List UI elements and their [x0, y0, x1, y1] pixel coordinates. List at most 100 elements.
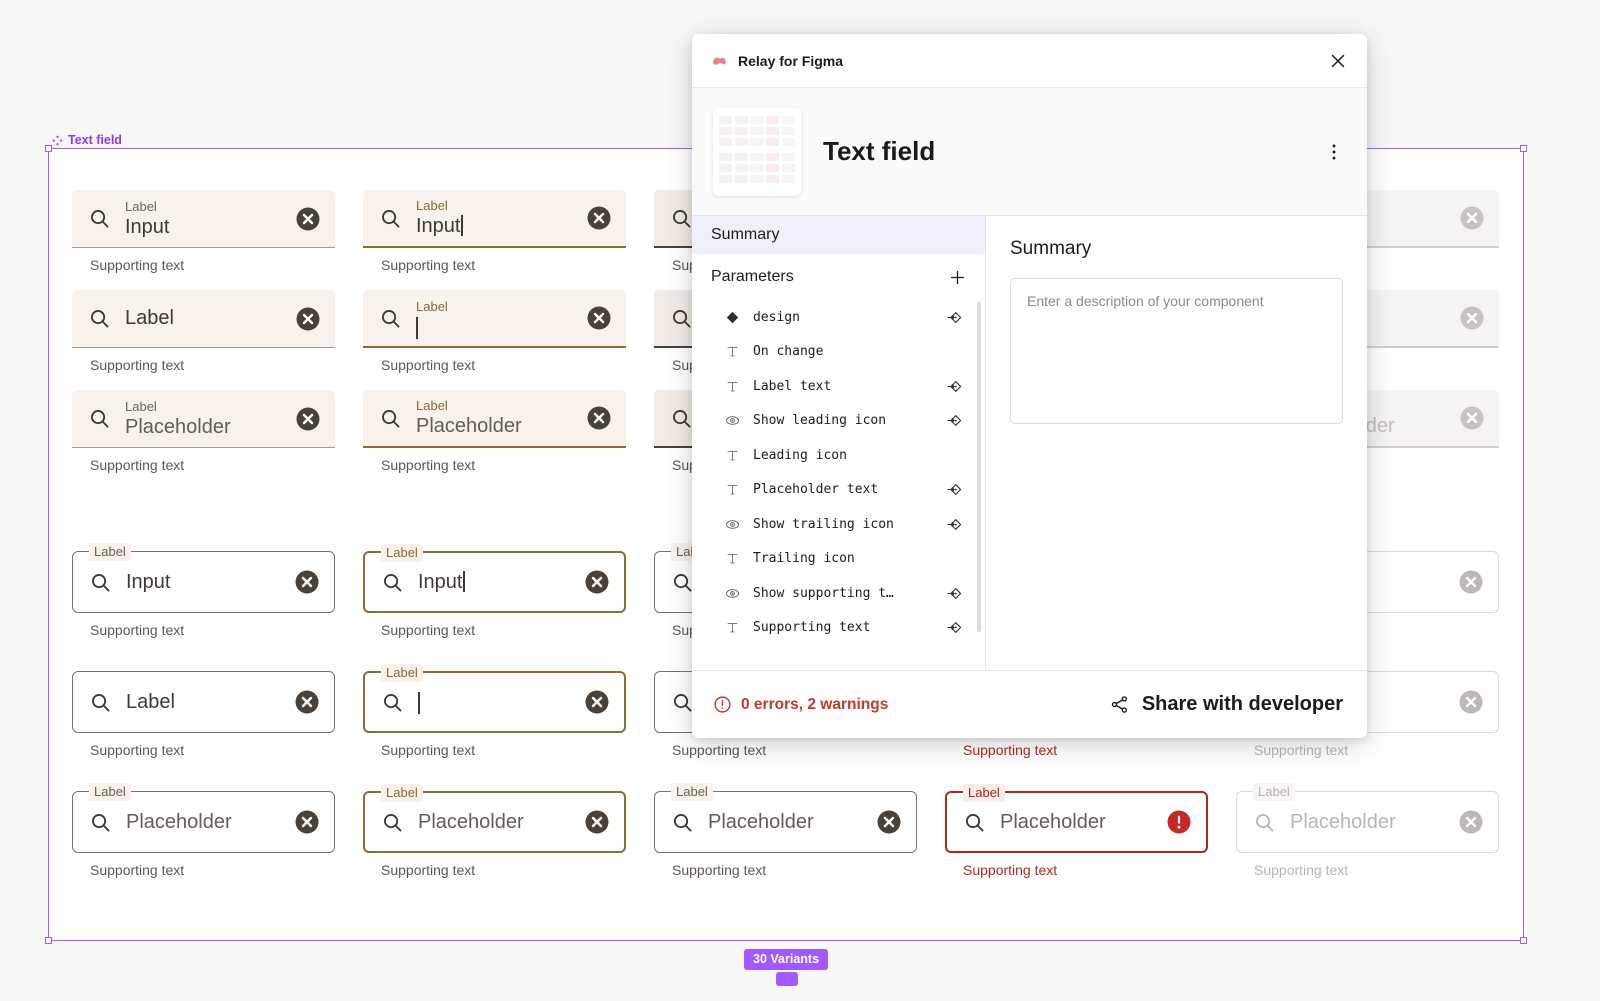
relay-plugin-dialog[interactable]: Relay for Figma Text field Summary Param…: [692, 34, 1367, 738]
clear-icon[interactable]: [584, 689, 610, 715]
text-field-outlined-placeholder[interactable]: Label Placeholder: [72, 783, 335, 853]
text-field-outlined-hovered-placeholder[interactable]: Label Placeholder: [654, 783, 917, 853]
parameter-row[interactable]: Supporting text: [692, 611, 981, 646]
text-field-cell[interactable]: Label Placeholder Supporting text: [945, 784, 1208, 880]
text-field-outlined-enabled[interactable]: Label Input: [72, 543, 335, 613]
search-icon: [382, 409, 400, 427]
text-field-outlined-disabled-placeholder: Label Placeholder: [1236, 783, 1499, 853]
text-field-filled-placeholder[interactable]: Label Placeholder: [72, 390, 335, 448]
parameter-bound-icon[interactable]: [946, 585, 963, 602]
parameter-bound-icon[interactable]: [946, 516, 963, 533]
search-icon: [673, 409, 691, 427]
frame-label[interactable]: Text field: [52, 133, 122, 147]
text-field-outlined-label[interactable]: Label: [72, 671, 335, 733]
parameter-bound-icon[interactable]: [946, 619, 963, 636]
plus-icon[interactable]: [948, 268, 967, 287]
clear-icon[interactable]: [586, 305, 612, 331]
text-field-cell[interactable]: Label Placeholder Supporting text: [654, 783, 917, 880]
clear-icon[interactable]: [294, 689, 320, 715]
clear-icon[interactable]: [586, 205, 612, 231]
parameter-row[interactable]: Show leading icon: [692, 404, 981, 439]
share-with-developer-button[interactable]: Share with developer: [1109, 693, 1343, 716]
clear-icon[interactable]: [295, 306, 321, 332]
text-field-cell[interactable]: Label Placeholder Supporting text: [72, 390, 335, 475]
parameters-scrollbar[interactable]: [977, 302, 981, 632]
parameter-bound-icon[interactable]: [946, 309, 963, 326]
parameter-row[interactable]: Label text: [692, 369, 981, 404]
parameter-row[interactable]: Leading icon: [692, 438, 981, 473]
field-value[interactable]: Input: [126, 570, 280, 595]
field-label: Label: [1253, 783, 1295, 801]
variants-tab-handle[interactable]: [776, 972, 798, 986]
parameter-bound-icon[interactable]: [946, 412, 963, 429]
search-icon: [674, 813, 692, 831]
field-placeholder[interactable]: Placeholder: [708, 810, 862, 835]
text-field-cell[interactable]: Label Input Supporting text: [363, 190, 626, 275]
parameter-row[interactable]: Show trailing icon: [692, 507, 981, 542]
text-field-outlined-focused-empty[interactable]: Label: [363, 664, 626, 733]
text-field-cell[interactable]: Label Placeholder Supporting text: [1236, 783, 1499, 880]
field-value[interactable]: Label: [125, 306, 281, 331]
parameter-bound-icon[interactable]: [946, 481, 963, 498]
close-icon[interactable]: [1327, 50, 1349, 72]
search-icon: [92, 693, 110, 711]
field-value[interactable]: Input: [416, 214, 572, 239]
clear-icon[interactable]: [295, 206, 321, 232]
text-field-outlined-error-placeholder[interactable]: Label Placeholder: [945, 784, 1208, 853]
resize-handle-top-right[interactable]: [1520, 145, 1527, 152]
text-field-cell[interactable]: Label Supporting text: [363, 664, 626, 760]
field-value[interactable]: Input: [125, 215, 281, 240]
field-placeholder[interactable]: Placeholder: [1000, 810, 1152, 835]
text-field-outlined-focused[interactable]: Label Input: [363, 544, 626, 613]
parameter-row[interactable]: On change: [692, 335, 981, 370]
text-field-filled-enabled[interactable]: Label: [72, 290, 335, 348]
field-placeholder[interactable]: Placeholder: [125, 415, 281, 440]
text-field-filled-focused-placeholder[interactable]: Label Placeholder: [363, 390, 626, 448]
clear-icon[interactable]: [294, 569, 320, 595]
clear-icon: [1460, 306, 1484, 330]
text-field-cell[interactable]: Label Supporting text: [72, 671, 335, 760]
clear-icon[interactable]: [876, 809, 902, 835]
text-field-content: Label: [125, 306, 281, 331]
text-field-cell[interactable]: Label Placeholder Supporting text: [72, 783, 335, 880]
warnings-status[interactable]: 0 errors, 2 warnings: [713, 695, 1109, 714]
nav-item-summary-label: Summary: [711, 226, 780, 243]
text-field-cell[interactable]: Label Input Supporting text: [72, 190, 335, 275]
resize-handle-top-left[interactable]: [45, 145, 52, 152]
text-field-cell[interactable]: Label Supporting text: [72, 290, 335, 375]
field-placeholder[interactable]: Placeholder: [126, 810, 280, 835]
search-icon: [384, 693, 402, 711]
parameter-row[interactable]: Trailing icon: [692, 542, 981, 577]
clear-icon[interactable]: [294, 809, 320, 835]
parameters-list[interactable]: design On change Label text Show leading ic…: [692, 300, 985, 670]
clear-icon[interactable]: [295, 406, 321, 432]
text-field-cell[interactable]: Label Placeholder Supporting text: [363, 390, 626, 475]
resize-handle-bottom-right[interactable]: [1520, 937, 1527, 944]
field-value[interactable]: Input: [418, 570, 570, 595]
supporting-text: Supporting text: [381, 742, 476, 758]
more-vertical-icon[interactable]: [1323, 141, 1345, 163]
variants-badge[interactable]: 30 Variants: [744, 949, 829, 970]
text-field-filled-enabled[interactable]: Label Input: [72, 190, 335, 248]
parameter-bound-icon[interactable]: [946, 378, 963, 395]
text-field-cell[interactable]: Label Input Supporting text: [363, 544, 626, 640]
parameter-row[interactable]: Placeholder text: [692, 473, 981, 508]
description-textarea[interactable]: [1010, 278, 1343, 424]
field-placeholder[interactable]: Placeholder: [416, 414, 572, 439]
nav-item-summary[interactable]: Summary: [692, 216, 985, 254]
clear-icon[interactable]: [584, 809, 610, 835]
text-field-outlined-focused-placeholder[interactable]: Label Placeholder: [363, 784, 626, 853]
text-field-filled-focused[interactable]: Label Input: [363, 190, 626, 248]
parameter-row[interactable]: Show supporting t…: [692, 576, 981, 611]
text-field-content: Placeholder: [418, 810, 570, 835]
clear-icon[interactable]: [584, 569, 610, 595]
field-placeholder[interactable]: Placeholder: [418, 810, 570, 835]
text-field-cell[interactable]: Label Input Supporting text: [72, 543, 335, 640]
resize-handle-bottom-left[interactable]: [45, 937, 52, 944]
text-field-filled-focused-empty[interactable]: Label: [363, 290, 626, 348]
field-value[interactable]: Label: [126, 690, 280, 715]
clear-icon[interactable]: [586, 405, 612, 431]
text-field-cell[interactable]: Label Supporting text: [363, 290, 626, 375]
parameter-row[interactable]: design: [692, 300, 981, 335]
text-field-cell[interactable]: Label Placeholder Supporting text: [363, 784, 626, 880]
